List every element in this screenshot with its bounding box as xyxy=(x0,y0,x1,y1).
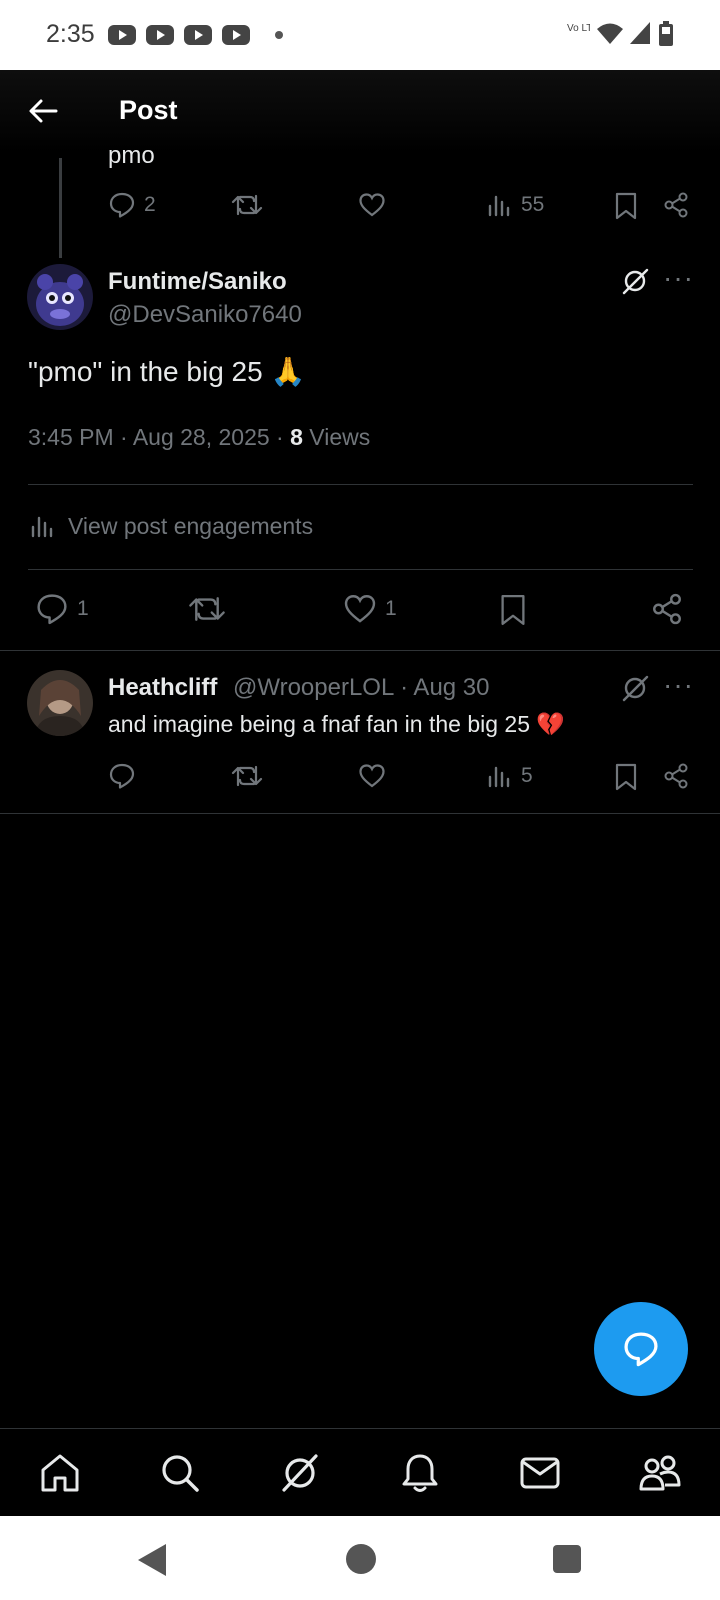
previous-post-text: pmo xyxy=(108,142,155,169)
system-navigation-bar xyxy=(0,1516,720,1600)
grok-icon[interactable] xyxy=(620,673,650,703)
share-icon xyxy=(664,763,688,789)
analytics-icon xyxy=(31,516,53,538)
notifications-bell-icon[interactable] xyxy=(398,1451,442,1495)
like-button[interactable]: 1 xyxy=(343,592,397,626)
back-arrow-icon[interactable] xyxy=(26,94,60,128)
divider xyxy=(28,569,693,570)
divider xyxy=(0,813,720,814)
avatar-image xyxy=(27,264,93,330)
post-meta: 3:45 PM · Aug 28, 2025 · 8 Views xyxy=(28,424,370,451)
battery-icon xyxy=(659,21,673,46)
previous-post-actions: 2 55 xyxy=(0,191,720,231)
reply-count: 1 xyxy=(77,597,89,620)
system-home-icon[interactable] xyxy=(346,1544,376,1574)
share-button[interactable] xyxy=(650,592,684,626)
more-notifications-dot xyxy=(275,31,283,39)
bookmark-icon xyxy=(615,763,637,791)
views-count: 8 xyxy=(290,424,303,450)
share-button[interactable] xyxy=(662,762,690,790)
analytics-icon xyxy=(488,195,510,217)
status-bar: 2:35 Vo LTE xyxy=(0,0,720,70)
bookmark-button[interactable] xyxy=(613,191,639,221)
views-button[interactable]: 55 xyxy=(487,191,544,219)
avatar[interactable] xyxy=(27,670,93,736)
reply-button[interactable] xyxy=(108,762,136,790)
avatar[interactable] xyxy=(27,264,93,330)
search-icon[interactable] xyxy=(158,1451,202,1495)
reply-icon xyxy=(109,192,135,218)
analytics-icon xyxy=(488,766,510,788)
heart-icon xyxy=(344,595,376,623)
user-handle-date[interactable]: @WrooperLOL · Aug 30 xyxy=(233,674,490,702)
reply-icon xyxy=(37,594,67,625)
signal-icon xyxy=(630,22,650,44)
reply-icon xyxy=(624,1332,658,1367)
youtube-notification-icon xyxy=(184,25,212,45)
view-post-engagements-button[interactable]: View post engagements xyxy=(30,512,313,540)
like-button[interactable] xyxy=(358,191,386,219)
bookmark-button[interactable] xyxy=(498,592,528,628)
reply-icon xyxy=(109,763,135,789)
like-count: 1 xyxy=(385,597,397,620)
repost-icon xyxy=(189,597,225,621)
reply-button[interactable]: 1 xyxy=(35,592,89,626)
repost-icon xyxy=(231,765,263,787)
messages-envelope-icon[interactable] xyxy=(518,1451,562,1495)
communities-icon[interactable] xyxy=(638,1451,682,1495)
post-timestamp: 3:45 PM · Aug 28, 2025 · xyxy=(28,424,291,450)
post-text: "pmo" in the big 25 🙏 xyxy=(28,356,306,387)
repost-icon xyxy=(231,194,263,216)
youtube-notification-icon xyxy=(222,25,250,45)
user-handle[interactable]: @DevSaniko7640 xyxy=(108,301,302,329)
divider xyxy=(28,484,693,485)
system-back-icon[interactable] xyxy=(138,1544,166,1576)
main-post-actions: 1 1 xyxy=(0,592,720,632)
reply-post-actions: 5 xyxy=(0,762,720,802)
youtube-notification-icon xyxy=(108,25,136,45)
status-time: 2:35 xyxy=(46,20,95,48)
bookmark-button[interactable] xyxy=(613,762,639,792)
reply-count: 2 xyxy=(144,193,156,216)
reply-button[interactable]: 2 xyxy=(108,191,156,219)
views-button[interactable]: 5 xyxy=(487,762,533,790)
avatar-image xyxy=(27,670,93,736)
svg-text:Vo LTE: Vo LTE xyxy=(567,23,590,34)
share-icon xyxy=(653,593,681,625)
grok-icon[interactable] xyxy=(278,1451,322,1495)
heart-icon xyxy=(359,193,385,217)
display-name[interactable]: Heathcliff xyxy=(108,674,217,702)
views-label: Views xyxy=(302,424,371,450)
heart-icon xyxy=(359,764,385,788)
page-title: Post xyxy=(119,95,178,125)
repost-button[interactable] xyxy=(231,191,263,219)
reply-post-text: and imagine being a fnaf fan in the big … xyxy=(108,711,566,737)
view-count: 5 xyxy=(521,764,533,787)
more-options-icon[interactable]: ··· xyxy=(663,669,694,701)
more-options-icon[interactable]: ··· xyxy=(663,262,694,294)
divider xyxy=(0,650,720,651)
repost-button[interactable] xyxy=(188,592,226,626)
reply-fab-button[interactable] xyxy=(594,1302,688,1396)
system-recents-icon[interactable] xyxy=(553,1545,581,1573)
like-button[interactable] xyxy=(358,762,386,790)
wifi-icon xyxy=(597,23,623,44)
volte-icon: Vo LTE xyxy=(567,23,590,34)
repost-button[interactable] xyxy=(231,762,263,790)
bookmark-icon xyxy=(615,192,637,220)
youtube-notification-icon xyxy=(146,25,174,45)
home-icon[interactable] xyxy=(38,1451,82,1495)
grok-icon[interactable] xyxy=(620,266,650,296)
display-name[interactable]: Funtime/Saniko xyxy=(108,268,287,296)
share-button[interactable] xyxy=(662,191,690,219)
bookmark-icon xyxy=(501,595,525,626)
share-icon xyxy=(664,192,688,218)
view-count: 55 xyxy=(521,193,545,216)
bottom-navigation xyxy=(0,1428,720,1516)
engagements-label: View post engagements xyxy=(68,512,314,539)
